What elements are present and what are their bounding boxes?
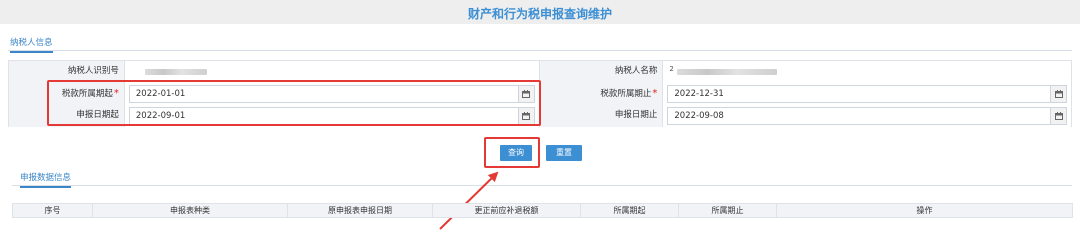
column-header: 操作	[776, 203, 1073, 218]
column-header: 申报表种类	[92, 203, 288, 218]
date-fields-highlight	[47, 80, 541, 126]
filing-end-cell: 2022-09-08	[663, 105, 1072, 127]
column-header: 原申报表申报日期	[287, 203, 433, 218]
calendar-icon[interactable]	[1050, 108, 1066, 124]
period-end-cell: 2022-12-31	[663, 83, 1072, 105]
masked-taxpayer-name	[677, 69, 778, 75]
query-button[interactable]: 查询	[500, 145, 532, 161]
tab-divider	[8, 50, 1072, 51]
page-title: 财产和行为税申报查询维护	[467, 7, 612, 21]
required-mark: *	[652, 88, 658, 99]
period-end-input[interactable]: 2022-12-31	[667, 85, 1067, 103]
tab-divider	[12, 185, 1072, 186]
masked-taxpayer-id	[144, 69, 207, 75]
column-header: 序号	[12, 203, 93, 218]
column-header: 所属期起	[580, 203, 679, 218]
column-header: 更正前应补退税额	[432, 203, 581, 218]
filing-data-table: 序号 申报表种类 原申报表申报日期 更正前应补退税额 所属期起 所属期止 操作	[12, 203, 1073, 218]
taxpayer-name-label: 纳税人名称	[539, 61, 664, 83]
calendar-icon[interactable]	[1050, 86, 1066, 102]
table-header-row: 序号 申报表种类 原申报表申报日期 更正前应补退税额 所属期起 所属期止 操作	[12, 203, 1073, 218]
taxpayer-name-prefix: 2	[669, 65, 674, 73]
reset-button[interactable]: 重置	[546, 145, 582, 161]
taxpayer-name-value: 2	[663, 61, 1072, 83]
title-bar: 财产和行为税申报查询维护	[0, 0, 1080, 24]
filing-end-input[interactable]: 2022-09-08	[667, 107, 1067, 125]
filing-end-label: 申报日期止	[539, 105, 664, 127]
column-header: 所属期止	[678, 203, 777, 218]
period-end-label: 税款所属期止*	[539, 83, 664, 105]
